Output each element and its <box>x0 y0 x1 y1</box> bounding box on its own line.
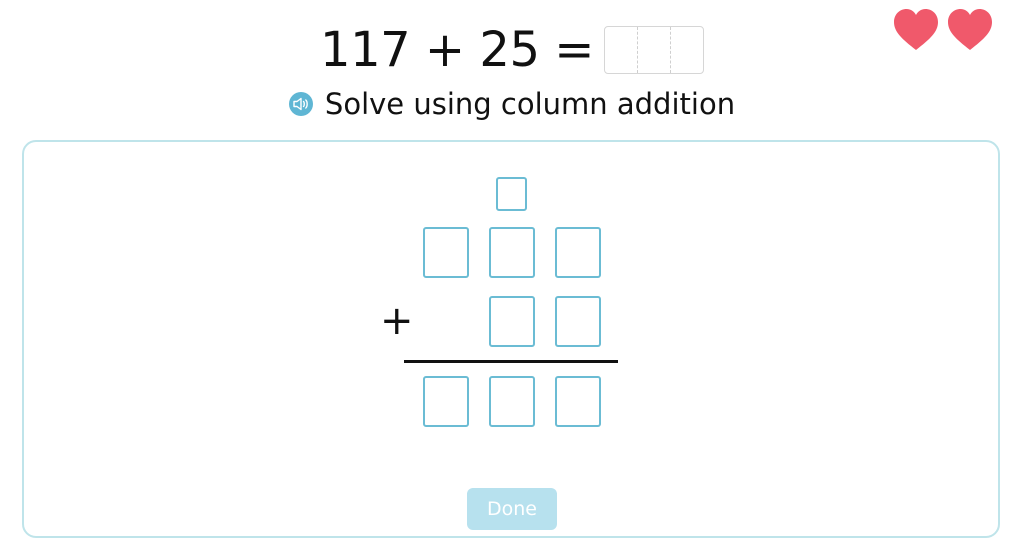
answer-input[interactable] <box>603 26 704 74</box>
sum-line <box>404 360 618 363</box>
heart-icon <box>948 9 992 50</box>
instruction-text: Solve using column addition <box>324 87 736 121</box>
carry-input-tens[interactable] <box>496 177 527 211</box>
addend1-ones-input[interactable] <box>555 227 601 278</box>
answer-digit-divider <box>636 27 638 73</box>
instruction-row: Solve using column addition <box>0 84 1024 124</box>
addend2-tens-input[interactable] <box>489 296 535 347</box>
result-ones-input[interactable] <box>555 376 601 427</box>
result-tens-input[interactable] <box>489 376 535 427</box>
addend1-tens-input[interactable] <box>489 227 535 278</box>
answer-digit-divider <box>669 27 671 73</box>
done-button[interactable]: Done <box>467 488 557 530</box>
heart-icon <box>894 9 938 50</box>
equation-expression: 117 + 25 = <box>320 22 594 78</box>
speaker-icon[interactable] <box>288 92 313 116</box>
plus-operator: + <box>380 298 414 344</box>
question-equation: 117 + 25 = <box>0 18 1024 82</box>
lives-indicator <box>892 8 994 52</box>
addend2-ones-input[interactable] <box>555 296 601 347</box>
result-hundreds-input[interactable] <box>423 376 469 427</box>
addend1-hundreds-input[interactable] <box>423 227 469 278</box>
